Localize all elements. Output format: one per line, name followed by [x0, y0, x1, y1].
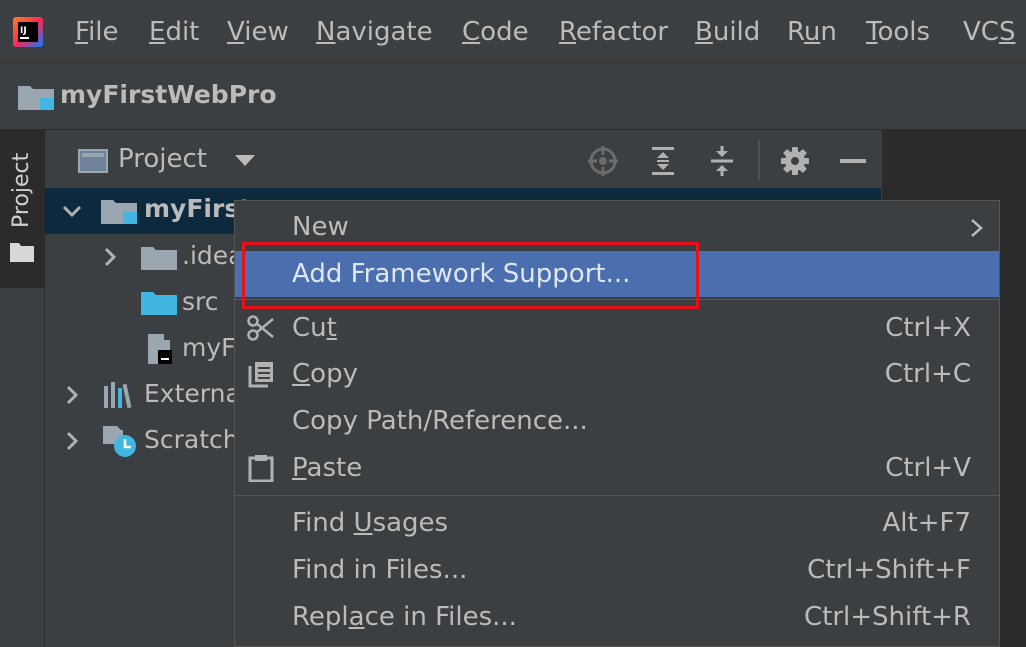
tree-item-label: Externa: [144, 379, 241, 408]
main-menu-bar: IJ File Edit View Navigate Code Refactor…: [0, 0, 1026, 62]
chevron-right-icon[interactable]: [60, 383, 84, 407]
menu-refactor[interactable]: Refactor: [559, 15, 668, 49]
menu-item-label: Find in Files...: [292, 555, 468, 585]
menu-item-shortcut: Ctrl+X: [885, 313, 971, 343]
module-file-icon: [148, 334, 172, 364]
menu-separator: [235, 495, 999, 496]
folder-icon: [10, 243, 34, 262]
svg-text:IJ: IJ: [20, 26, 27, 36]
tree-item-label: src: [182, 287, 219, 316]
menu-vcs[interactable]: VCS: [963, 15, 1015, 49]
copy-icon: [248, 362, 273, 388]
tree-item-label: myF: [182, 333, 236, 362]
menu-item-find-usages[interactable]: Find Usages Alt+F7: [235, 500, 999, 546]
tool-window-header: Project: [45, 130, 881, 188]
source-folder-icon: [141, 292, 177, 315]
menu-edit[interactable]: Edit: [149, 15, 199, 49]
collapse-all-icon[interactable]: [707, 146, 737, 176]
breadcrumb-project[interactable]: myFirstWebPro: [60, 77, 277, 113]
menu-item-paste[interactable]: Paste Ctrl+V: [235, 445, 999, 491]
menu-view[interactable]: View: [227, 15, 289, 49]
chevron-right-icon: [971, 219, 983, 237]
project-folder-icon: [18, 86, 54, 110]
project-tool-tab-label: Project: [9, 152, 34, 228]
menu-item-cut[interactable]: Cut Ctrl+X: [235, 305, 999, 351]
menu-item-label: Paste: [292, 453, 363, 483]
menu-tools[interactable]: Tools: [866, 15, 930, 49]
menu-item-label: Find Usages: [292, 508, 449, 538]
menu-item-shortcut: Ctrl+C: [884, 359, 971, 389]
intellij-logo-icon[interactable]: IJ: [13, 17, 43, 47]
menu-item-replace-in-files[interactable]: Replace in Files... Ctrl+Shift+R: [235, 594, 999, 640]
menu-item-shortcut: Ctrl+V: [885, 453, 971, 483]
minimize-icon[interactable]: [838, 146, 868, 176]
menu-item-label: Copy: [292, 359, 358, 389]
menu-file[interactable]: File: [75, 15, 119, 49]
chevron-down-icon[interactable]: [60, 199, 84, 223]
project-view-selector[interactable]: Project: [118, 142, 207, 176]
annotation-highlight-box: [242, 242, 699, 309]
gear-icon[interactable]: [780, 146, 810, 176]
menu-item-copy-path-reference[interactable]: Copy Path/Reference...: [235, 398, 999, 444]
chevron-right-icon[interactable]: [98, 245, 122, 269]
menu-item-label: Copy Path/Reference...: [292, 406, 588, 436]
menu-item-find-in-files[interactable]: Find in Files... Ctrl+Shift+F: [235, 547, 999, 593]
menu-item-shortcut: Alt+F7: [882, 508, 972, 538]
menu-code[interactable]: Code: [462, 15, 529, 49]
menu-item-label: Cut: [292, 313, 337, 343]
folder-icon: [141, 247, 177, 270]
scissors-icon: [247, 315, 274, 341]
expand-all-icon[interactable]: [648, 146, 678, 176]
libraries-icon: [104, 382, 132, 409]
menu-navigate[interactable]: Navigate: [316, 15, 433, 49]
project-folder-icon: [101, 200, 137, 224]
toolbar-separator: [758, 140, 760, 180]
menu-build[interactable]: Build: [695, 15, 760, 49]
menu-run[interactable]: Run: [787, 15, 837, 49]
tree-item-label: Scratch: [144, 425, 239, 454]
menu-item-copy[interactable]: Copy Ctrl+C: [235, 351, 999, 397]
scratches-icon: [103, 426, 136, 457]
locate-icon[interactable]: [588, 146, 618, 176]
menu-item-label: Replace in Files...: [292, 602, 517, 632]
chevron-down-icon[interactable]: [235, 155, 255, 166]
chevron-right-icon[interactable]: [60, 429, 84, 453]
project-view-icon: [78, 149, 108, 173]
menu-item-label: New: [292, 212, 349, 242]
menu-item-shortcut: Ctrl+Shift+R: [804, 602, 971, 632]
menu-item-shortcut: Ctrl+Shift+F: [807, 555, 971, 585]
clipboard-icon: [248, 455, 274, 482]
navigation-bar: myFirstWebPro: [0, 62, 1026, 131]
